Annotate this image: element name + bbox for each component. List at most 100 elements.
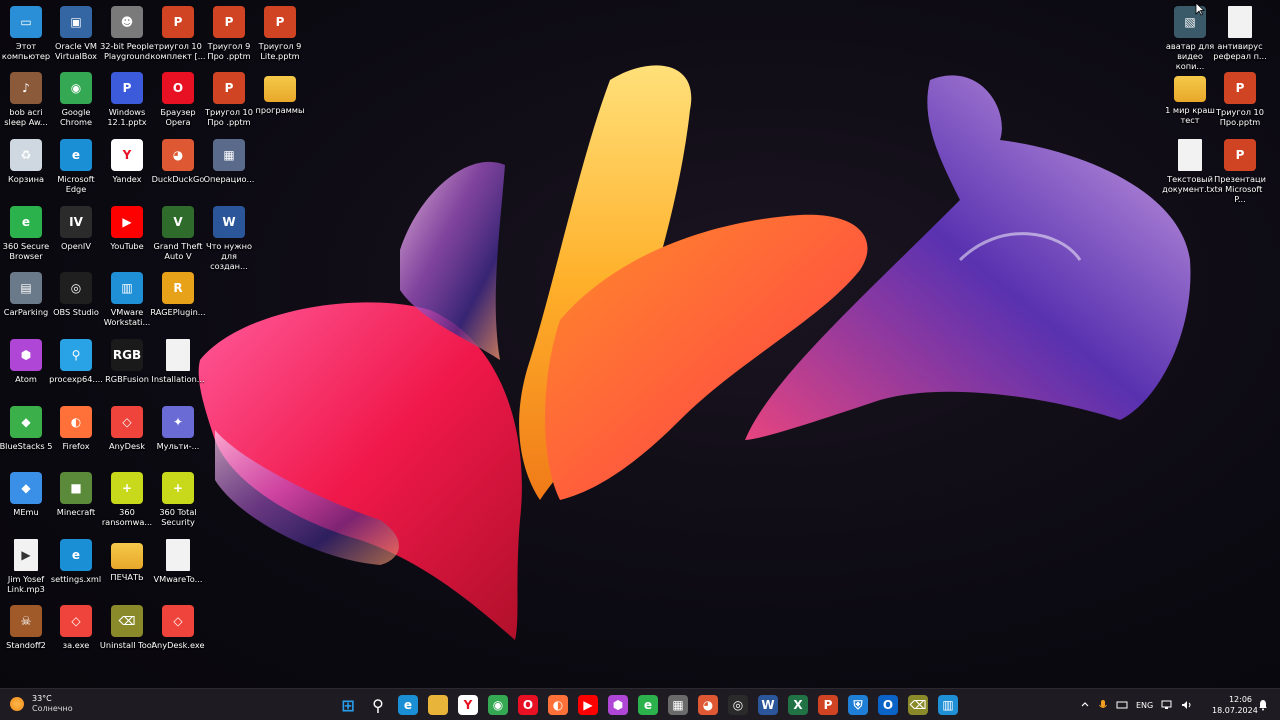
edge-taskbar[interactable]: e <box>396 693 420 717</box>
desktop-shortcut[interactable]: Текстовый документ.txt <box>1162 139 1218 194</box>
desktop-shortcut[interactable]: ◆ BlueStacks 5 <box>0 406 52 451</box>
word-file-icon: W <box>213 206 245 238</box>
desktop-shortcut[interactable]: антивирус реферал п... <box>1213 6 1267 61</box>
volume-icon[interactable] <box>1181 700 1193 710</box>
desktop-shortcut[interactable]: +360 ransomwa... <box>101 472 153 527</box>
keyboard-icon[interactable] <box>1116 700 1128 710</box>
desktop-shortcut[interactable]: P Триугол 9 Про .pptm <box>203 6 255 61</box>
desktop-shortcut[interactable]: ▣ Oracle VM VirtualBox <box>50 6 102 61</box>
desktop-shortcut[interactable]: ⌫ Uninstall Tool <box>100 605 154 650</box>
weather-widget[interactable]: 33°C Солнечно <box>10 694 73 714</box>
excel-taskbar[interactable]: X <box>786 693 810 717</box>
desktop-shortcut[interactable]: P Презентация Microsoft P... <box>1214 139 1266 204</box>
desktop-shortcut-label: OBS Studio <box>53 307 99 317</box>
desktop-shortcut[interactable]: ◐ Firefox <box>50 406 102 451</box>
folder-icon <box>264 76 296 102</box>
desktop-shortcut[interactable]: P Триугол 9 Lite.pptm <box>254 6 306 61</box>
desktop-shortcut[interactable]: +360 Total Security <box>152 472 204 527</box>
desktop-shortcut[interactable]: VMwareTo... <box>152 539 204 584</box>
search-icon: ⚲ <box>372 695 384 715</box>
windows-start-icon: ⊞ <box>341 695 355 715</box>
anydesk-icon: ◇ <box>60 605 92 637</box>
process-explorer-icon: ⚲ <box>60 339 92 371</box>
shield-icon: ⛨ <box>848 695 868 715</box>
desktop-shortcut[interactable]: ◎ OBS Studio <box>50 272 102 317</box>
text-file-icon <box>166 539 190 571</box>
desktop-shortcut[interactable]: 1 мир краш тест <box>1164 72 1216 125</box>
desktop-shortcut-label: 360 ransomwa... <box>101 507 153 527</box>
desktop-shortcut[interactable]: ♪ bob acri sleep Aw... <box>0 72 52 127</box>
desktop-shortcut[interactable]: ♻ Корзина <box>0 139 52 184</box>
calculator-taskbar[interactable]: ▦ <box>666 693 690 717</box>
desktop-shortcut[interactable]: ▤ CarParking <box>0 272 52 317</box>
desktop-shortcut[interactable]: e settings.xml <box>50 539 102 584</box>
desktop-shortcut[interactable]: P Триугол 10 Про.pptm <box>1214 72 1266 127</box>
search-button[interactable]: ⚲ <box>366 693 390 717</box>
microphone-icon[interactable] <box>1098 699 1108 711</box>
duckduckgo-icon: ◕ <box>698 695 718 715</box>
desktop-shortcut[interactable]: Y Yandex <box>101 139 153 184</box>
desktop-shortcut[interactable]: IV OpenIV <box>50 206 102 251</box>
chevron-up-icon[interactable] <box>1080 700 1090 710</box>
desktop-shortcut[interactable]: ⬢ Atom <box>0 339 52 384</box>
desktop-shortcut[interactable]: ◕ DuckDuckGo <box>152 139 204 184</box>
powerpoint-taskbar[interactable]: P <box>816 693 840 717</box>
taskbar-clock[interactable]: 12:06 18.07.2024 <box>1212 694 1258 716</box>
desktop-shortcut[interactable]: Pтриугол 10 комплект [... <box>150 6 206 61</box>
desktop-shortcut[interactable]: ◇ AnyDesk.exe <box>151 605 205 650</box>
desktop-shortcut[interactable]: V Grand Theft Auto V <box>152 206 204 261</box>
defender-taskbar[interactable]: ⛨ <box>846 693 870 717</box>
yandex-taskbar[interactable]: Y <box>456 693 480 717</box>
powerpoint-file-icon: P <box>213 72 245 104</box>
desktop-shortcut[interactable]: ▥ VMware Workstati... <box>101 272 153 327</box>
duckduckgo-taskbar[interactable]: ◕ <box>696 693 720 717</box>
atom-taskbar[interactable]: ⬢ <box>606 693 630 717</box>
desktop-shortcut[interactable]: Installation... <box>151 339 205 384</box>
notification-bell-icon[interactable] <box>1258 699 1268 711</box>
desktop-shortcut[interactable]: P Триугол 10 Про .pptm <box>203 72 255 127</box>
desktop-shortcut[interactable]: ✦ Мульти-... <box>152 406 204 451</box>
desktop-shortcut[interactable]: ■ Minecraft <box>50 472 102 517</box>
folder-icon <box>428 695 448 715</box>
obs-taskbar[interactable]: ◎ <box>726 693 750 717</box>
desktop-shortcut[interactable]: W Что нужно для создан... <box>203 206 255 271</box>
network-icon[interactable] <box>1161 700 1173 710</box>
desktop-shortcut-label: 1 мир краш тест <box>1165 105 1215 125</box>
outlook-taskbar[interactable]: O <box>876 693 900 717</box>
language-indicator[interactable]: ENG <box>1136 701 1153 710</box>
desktop-shortcut[interactable]: ▶ YouTube <box>101 206 153 251</box>
desktop-shortcut[interactable]: ▭ Этот компьютер <box>0 6 52 61</box>
desktop-shortcut[interactable]: R RAGEPlugin... <box>150 272 206 317</box>
word-taskbar[interactable]: W <box>756 693 780 717</box>
chrome-taskbar[interactable]: ◉ <box>486 693 510 717</box>
edge-file-icon: e <box>60 539 92 571</box>
uninstall-tool-icon: ⌫ <box>111 605 143 637</box>
desktop-shortcut[interactable]: e 360 Secure Browser <box>0 206 52 261</box>
360-taskbar[interactable]: e <box>636 693 660 717</box>
desktop-shortcut[interactable]: ▦ Операцио... <box>203 139 255 184</box>
desktop-shortcut[interactable]: O Браузер Opera <box>152 72 204 127</box>
360-browser-icon: e <box>638 695 658 715</box>
desktop-shortcut[interactable]: RGB RGBFusion <box>101 339 153 384</box>
desktop-shortcut[interactable]: ◉ Google Chrome <box>50 72 102 127</box>
desktop-shortcut[interactable]: e Microsoft Edge <box>50 139 102 194</box>
desktop-shortcut-label: ПЕЧАТЬ <box>110 572 144 582</box>
desktop-shortcut[interactable]: ◆ MEmu <box>0 472 52 517</box>
desktop-shortcut[interactable]: ◇ AnyDesk <box>101 406 153 451</box>
desktop-shortcut[interactable]: ☻ 32-bit People Playground <box>100 6 154 61</box>
youtube-taskbar[interactable]: ▶ <box>576 693 600 717</box>
desktop-shortcut[interactable]: ☠ Standoff2 <box>0 605 52 650</box>
start-button[interactable]: ⊞ <box>336 693 360 717</box>
firefox-taskbar[interactable]: ◐ <box>546 693 570 717</box>
explorer-taskbar[interactable] <box>426 693 450 717</box>
desktop-shortcut[interactable]: программы <box>254 72 306 115</box>
opera-taskbar[interactable]: O <box>516 693 540 717</box>
desktop-shortcut[interactable]: ПЕЧАТЬ <box>101 539 153 582</box>
desktop-shortcut[interactable]: ⚲ procexp64.... <box>49 339 103 384</box>
desktop-shortcut[interactable]: P Windows 12.1.pptx <box>101 72 153 127</box>
vmware-taskbar[interactable]: ▥ <box>936 693 960 717</box>
desktop-shortcut[interactable]: ▶ Jim Yosef Link.mp3 <box>0 539 52 594</box>
uninstall-taskbar[interactable]: ⌫ <box>906 693 930 717</box>
desktop-shortcut[interactable]: ▧ аватар для видео копи... <box>1164 6 1216 71</box>
desktop-shortcut[interactable]: ◇ за.exe <box>50 605 102 650</box>
